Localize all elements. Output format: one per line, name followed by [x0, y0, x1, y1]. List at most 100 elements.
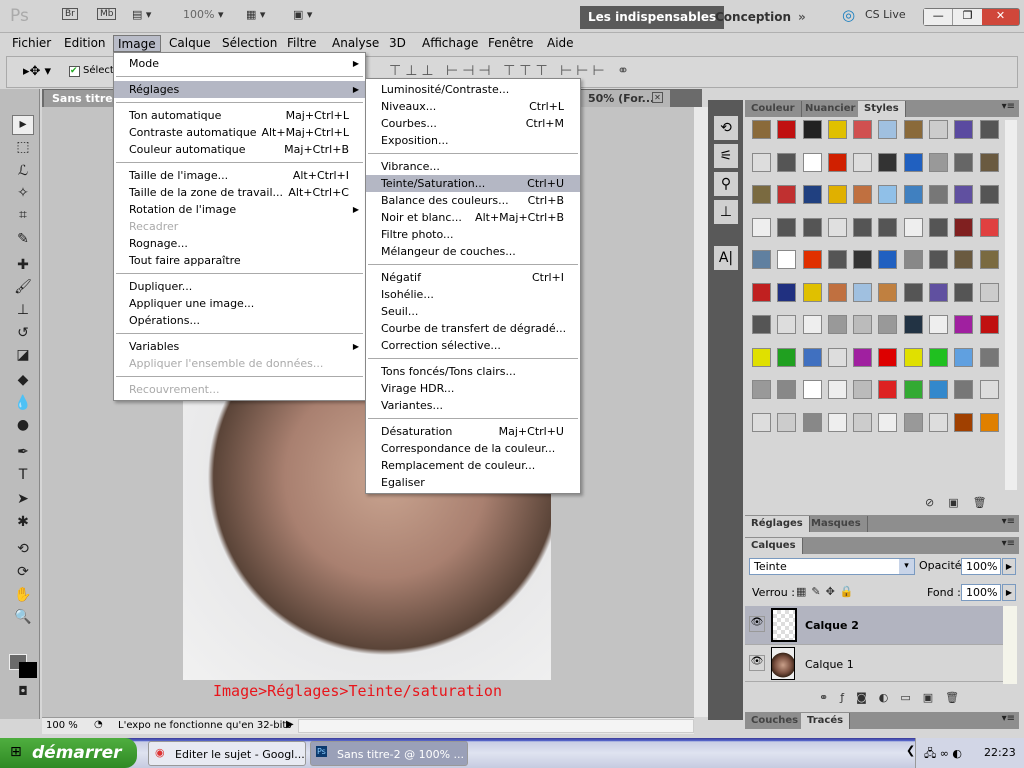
cs-live-button[interactable]: CS Live — [865, 8, 906, 21]
menu-item[interactable]: Rotation de l'image ▶ — [114, 201, 365, 218]
style-swatch[interactable] — [929, 315, 949, 334]
style-swatch[interactable] — [827, 120, 847, 139]
restore-button[interactable]: ❐ — [952, 9, 982, 25]
eye-icon[interactable]: 👁 — [749, 655, 765, 671]
status-info-icon[interactable]: ◔ — [94, 719, 103, 730]
brush-preset-panel-icon[interactable]: ⚲ — [714, 172, 738, 196]
layer-row-calque-1[interactable]: 👁 Calque 1 — [745, 645, 1003, 682]
opacity-slider-arrow[interactable]: ▶ — [1002, 558, 1016, 575]
style-swatch[interactable] — [752, 282, 771, 302]
panel-menu-icon[interactable]: ▾≡ — [1002, 516, 1015, 527]
marquee-tool-icon[interactable]: ⬚ — [12, 139, 34, 159]
style-swatch[interactable] — [954, 315, 974, 334]
hand-tool-icon[interactable]: ✋ — [12, 587, 34, 607]
menu-item[interactable]: Correction sélective... — [366, 337, 580, 354]
layer-row-calque-2[interactable]: 👁 Calque 2 — [745, 606, 1003, 645]
menu-item[interactable]: Luminosité/Contraste... — [366, 81, 580, 98]
style-swatch[interactable] — [827, 315, 847, 334]
background-color-swatch[interactable] — [19, 662, 37, 678]
style-swatch[interactable] — [878, 412, 898, 432]
show-hidden-icons[interactable]: ❮ — [906, 744, 915, 757]
style-swatch[interactable] — [878, 282, 898, 302]
style-swatch[interactable] — [929, 250, 949, 269]
style-swatch[interactable] — [929, 380, 949, 399]
blur-tool-icon[interactable]: 💧 — [12, 395, 34, 415]
paint-bucket-tool-icon[interactable]: ◆ — [12, 372, 34, 392]
style-swatch[interactable] — [979, 282, 999, 302]
clone-stamp-tool-icon[interactable]: ⊥ — [12, 302, 34, 322]
fill-slider-arrow[interactable]: ▶ — [1002, 584, 1016, 601]
menu-calque[interactable]: Calque — [165, 35, 215, 52]
tab-traces[interactable]: Tracés — [801, 713, 851, 729]
status-menu-arrow-icon[interactable]: ▶ — [286, 719, 294, 730]
style-swatch[interactable] — [954, 217, 974, 237]
style-swatch[interactable] — [853, 152, 873, 172]
dodge-tool-icon[interactable]: ● — [12, 417, 34, 437]
style-swatch[interactable] — [777, 217, 797, 237]
eyedropper-tool-icon[interactable]: ✎ — [12, 231, 34, 251]
style-swatch[interactable] — [802, 120, 822, 139]
taskbar-chrome[interactable]: Editer le sujet - Googl... — [148, 741, 306, 766]
style-swatch[interactable] — [929, 185, 949, 204]
menu-selection[interactable]: Sélection — [218, 35, 281, 52]
menu-3d[interactable]: 3D — [385, 35, 410, 52]
adjust-panel-icon[interactable]: ⚟ — [714, 144, 738, 168]
menu-item[interactable]: Variantes... — [366, 397, 580, 414]
tray-icons[interactable]: 🖧 ∞ ◐ — [924, 745, 962, 764]
menu-item[interactable]: Ton automatique Maj+Ctrl+L — [114, 107, 365, 124]
3d-orbit-tool-icon[interactable]: ⟳ — [12, 564, 34, 584]
horizontal-scrollbar[interactable] — [298, 719, 694, 733]
workspace-design[interactable]: Conception — [707, 6, 799, 29]
chevron-down-icon[interactable]: ▾ — [899, 559, 914, 574]
style-swatch[interactable] — [777, 250, 797, 269]
style-swatch[interactable] — [802, 282, 822, 302]
style-swatch[interactable] — [853, 120, 873, 139]
style-swatch[interactable] — [827, 412, 847, 432]
screen-mode-icon[interactable]: ▣ ▾ — [293, 8, 312, 21]
menu-item[interactable]: Exposition... — [366, 132, 580, 149]
view-extras-icon[interactable]: ▤ ▾ — [132, 8, 151, 21]
quick-mask-icon[interactable]: ◘ — [12, 684, 34, 704]
style-swatch[interactable] — [827, 152, 847, 172]
auto-select-checkbox[interactable]: ✔ — [69, 66, 80, 77]
menu-item[interactable]: Virage HDR... — [366, 380, 580, 397]
style-swatch[interactable] — [802, 380, 822, 399]
menu-item[interactable]: Isohélie... — [366, 286, 580, 303]
move-tool-icon[interactable]: ▸ — [12, 115, 34, 135]
panel-menu-icon[interactable]: ▾≡ — [1002, 538, 1015, 549]
style-swatch[interactable] — [954, 347, 974, 367]
menu-item[interactable]: Niveaux... Ctrl+L — [366, 98, 580, 115]
bridge-button[interactable]: Br — [62, 8, 78, 20]
menu-item[interactable]: Seuil... — [366, 303, 580, 320]
style-swatch[interactable] — [929, 412, 949, 432]
zoom-level[interactable]: 100% — [183, 8, 214, 21]
style-swatch[interactable] — [752, 412, 771, 432]
style-swatch[interactable] — [954, 152, 974, 172]
style-swatch[interactable] — [752, 315, 771, 334]
style-swatch[interactable] — [878, 250, 898, 269]
eraser-tool-icon[interactable]: ◪ — [12, 347, 34, 367]
style-swatch[interactable] — [903, 250, 923, 269]
style-swatch[interactable] — [903, 380, 923, 399]
menu-item[interactable]: Appliquer une image... — [114, 295, 365, 312]
menu-item[interactable]: Vibrance... — [366, 158, 580, 175]
style-swatch[interactable] — [903, 120, 923, 139]
style-swatch[interactable] — [752, 152, 771, 172]
3d-rotate-tool-icon[interactable]: ⟲ — [12, 541, 34, 561]
lasso-tool-icon[interactable]: ℒ — [12, 163, 34, 183]
style-swatch[interactable] — [777, 152, 797, 172]
menu-item[interactable]: Teinte/Saturation... Ctrl+U — [366, 175, 580, 192]
style-swatch[interactable] — [802, 250, 822, 269]
history-brush-tool-icon[interactable]: ↺ — [12, 325, 34, 345]
style-swatch[interactable] — [878, 380, 898, 399]
style-swatch[interactable] — [752, 347, 771, 367]
menu-item[interactable]: Taille de la zone de travail... Alt+Ctrl+… — [114, 184, 365, 201]
style-swatch[interactable] — [979, 185, 999, 204]
taskbar-photoshop[interactable]: Sans titre-2 @ 100% ... — [310, 741, 468, 766]
style-swatch[interactable] — [827, 282, 847, 302]
character-panel-icon[interactable]: A| — [714, 246, 738, 270]
style-swatch[interactable] — [827, 380, 847, 399]
menu-item[interactable]: Variables ▶ — [114, 338, 365, 355]
style-swatch[interactable] — [827, 217, 847, 237]
style-swatch[interactable] — [802, 315, 822, 334]
